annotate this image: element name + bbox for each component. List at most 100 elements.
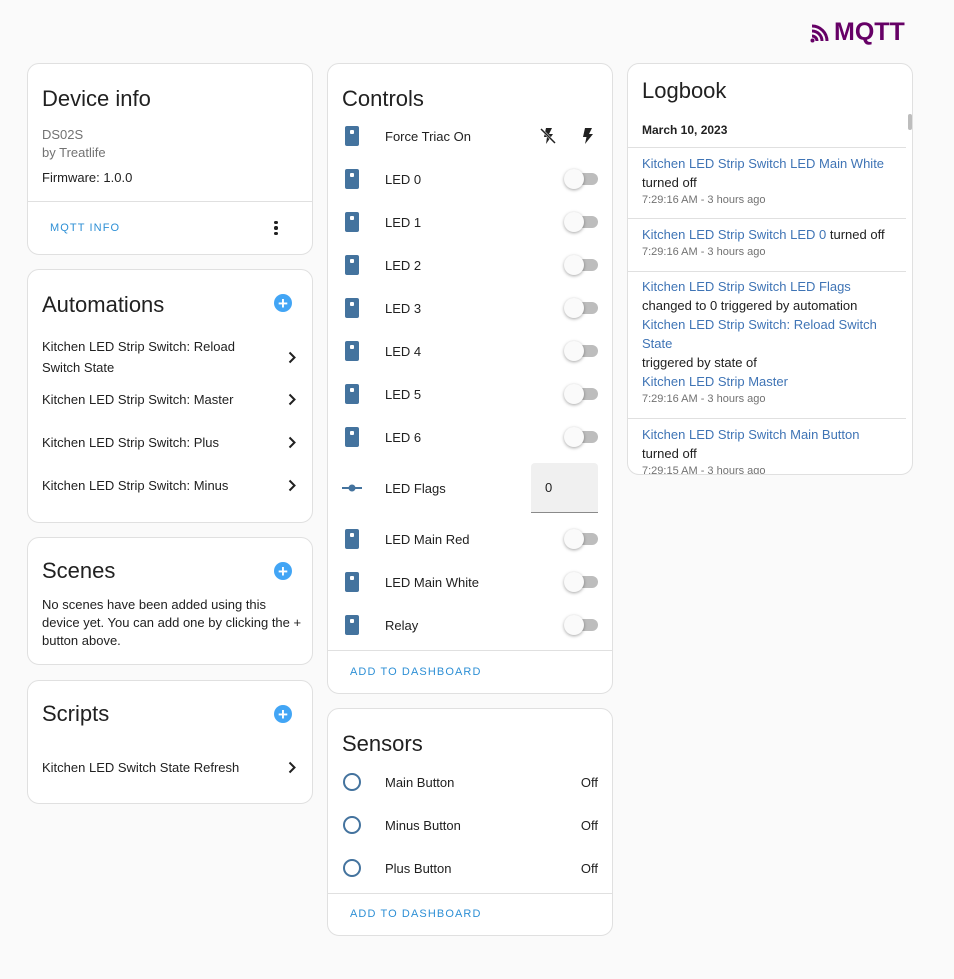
log-entity-link[interactable]: Kitchen LED Strip Switch LED Main White	[642, 156, 884, 171]
flash-off-icon[interactable]	[538, 126, 558, 146]
toggle-switch[interactable]	[564, 298, 598, 318]
device-manufacturer: by Treatlife	[42, 145, 106, 160]
switch-icon	[342, 298, 362, 318]
toggle-switch[interactable]	[564, 384, 598, 404]
toggle-switch[interactable]	[564, 615, 598, 635]
flash-icon[interactable]	[578, 126, 598, 146]
circle-outline-icon	[342, 858, 362, 878]
automation-item-label: Kitchen LED Strip Switch: Master	[42, 392, 234, 407]
log-message: changed to 0 triggered by automation	[642, 298, 858, 313]
log-entry: Kitchen LED Strip Switch LED Main White …	[642, 154, 894, 208]
led-flags-input[interactable]: 0	[531, 463, 598, 513]
sensor-name: Minus Button	[385, 817, 461, 833]
divider	[628, 147, 906, 148]
sensors-card: Sensors Main Button Off Minus Button Off…	[327, 708, 613, 936]
automations-card: Automations + Kitchen LED Strip Switch: …	[27, 269, 313, 523]
scenes-title: Scenes	[42, 558, 116, 583]
log-entity-link[interactable]: Kitchen LED Strip Switch LED Flags	[642, 279, 851, 294]
sensor-state: Off	[580, 817, 598, 833]
control-row: LED 3	[342, 290, 598, 326]
control-row-led-flags: LED Flags 0	[342, 463, 598, 513]
mqtt-info-button[interactable]: MQTT INFO	[50, 222, 120, 234]
divider	[628, 271, 906, 272]
control-row: Relay	[342, 607, 598, 643]
log-entity-link[interactable]: Kitchen LED Strip Switch Main Button	[642, 427, 860, 442]
add-to-dashboard-button[interactable]: ADD TO DASHBOARD	[350, 908, 482, 920]
sensor-row: Plus Button Off	[342, 850, 598, 886]
control-name: LED Flags	[385, 480, 446, 496]
automation-item-label: Kitchen LED Strip Switch: Reload Switch …	[42, 339, 235, 375]
automation-item[interactable]: Kitchen LED Strip Switch: Master	[42, 389, 298, 410]
switch-icon	[342, 615, 362, 635]
log-automation-link[interactable]: Kitchen LED Strip Switch: Reload Switch …	[642, 317, 877, 351]
more-options-icon[interactable]	[268, 218, 284, 238]
ray-vertex-icon	[342, 478, 362, 498]
control-name: LED 3	[385, 300, 422, 316]
device-firmware: Firmware: 1.0.0	[42, 170, 133, 185]
circle-outline-icon	[342, 772, 362, 792]
add-automation-button[interactable]: +	[274, 294, 292, 312]
led-flags-value: 0	[545, 480, 553, 495]
chevron-right-icon	[288, 436, 298, 450]
control-row: LED 1	[342, 204, 598, 240]
log-time: 7:29:16 AM - 3 hours ago	[642, 393, 766, 405]
add-scene-button[interactable]: +	[274, 562, 292, 580]
control-row: LED 2	[342, 247, 598, 283]
chevron-right-icon	[288, 393, 298, 407]
log-entity-link[interactable]: Kitchen LED Strip Switch LED 0	[642, 227, 826, 242]
toggle-switch[interactable]	[564, 341, 598, 361]
toggle-switch[interactable]	[564, 572, 598, 592]
automation-item-label: Kitchen LED Strip Switch: Plus	[42, 435, 220, 450]
log-message: turned off	[829, 227, 885, 242]
chevron-right-icon	[288, 761, 298, 775]
scripts-card: Scripts + Kitchen LED Switch State Refre…	[27, 680, 313, 804]
device-info-card: Device info DS02S by Treatlife Firmware:…	[27, 63, 313, 255]
divider	[628, 418, 906, 419]
log-time: 7:29:16 AM - 3 hours ago	[642, 194, 766, 206]
sensor-row: Main Button Off	[342, 764, 598, 800]
log-message: triggered by state of	[642, 355, 757, 370]
switch-icon	[342, 384, 362, 404]
control-row: LED 5	[342, 376, 598, 412]
automation-item[interactable]: Kitchen LED Strip Switch: Reload Switch …	[42, 336, 298, 378]
logbook-card: Logbook March 10, 2023 Kitchen LED Strip…	[627, 63, 913, 475]
control-name: LED 0	[385, 171, 422, 187]
sensor-name: Plus Button	[385, 860, 452, 876]
add-to-dashboard-button[interactable]: ADD TO DASHBOARD	[350, 666, 482, 678]
toggle-switch[interactable]	[564, 427, 598, 447]
control-name: LED 5	[385, 386, 422, 402]
sensor-state: Off	[580, 774, 598, 790]
device-model: DS02S	[42, 127, 84, 142]
script-item[interactable]: Kitchen LED Switch State Refresh	[42, 757, 298, 778]
logbook-date: March 10, 2023	[642, 123, 728, 137]
log-time: 7:29:15 AM - 3 hours ago	[642, 465, 766, 475]
log-time: 7:29:16 AM - 3 hours ago	[642, 246, 766, 258]
sensors-title: Sensors	[342, 731, 423, 756]
toggle-switch[interactable]	[564, 169, 598, 189]
switch-icon	[342, 572, 362, 592]
toggle-switch[interactable]	[564, 529, 598, 549]
control-row: LED 0	[342, 161, 598, 197]
sensor-name: Main Button	[385, 774, 455, 790]
control-name: LED Main White	[385, 574, 479, 590]
automation-item-label: Kitchen LED Strip Switch: Minus	[42, 478, 229, 493]
script-item-label: Kitchen LED Switch State Refresh	[42, 760, 240, 775]
switch-icon	[342, 212, 362, 232]
chevron-right-icon	[288, 350, 298, 364]
divider	[328, 650, 612, 651]
log-entry: Kitchen LED Strip Switch LED 0 turned of…	[642, 225, 894, 260]
logbook-scrollbar[interactable]	[908, 114, 912, 130]
automation-item[interactable]: Kitchen LED Strip Switch: Minus	[42, 475, 298, 496]
logo-text: MQTT	[834, 18, 905, 46]
log-message: turned off	[642, 446, 697, 461]
add-script-button[interactable]: +	[274, 705, 292, 723]
switch-icon	[342, 126, 362, 146]
automation-item[interactable]: Kitchen LED Strip Switch: Plus	[42, 432, 298, 453]
circle-outline-icon	[342, 815, 362, 835]
log-message: turned off	[642, 175, 697, 190]
toggle-switch[interactable]	[564, 255, 598, 275]
chevron-right-icon	[288, 479, 298, 493]
device-info-title: Device info	[42, 86, 151, 111]
toggle-switch[interactable]	[564, 212, 598, 232]
log-entity-link[interactable]: Kitchen LED Strip Master	[642, 374, 788, 389]
